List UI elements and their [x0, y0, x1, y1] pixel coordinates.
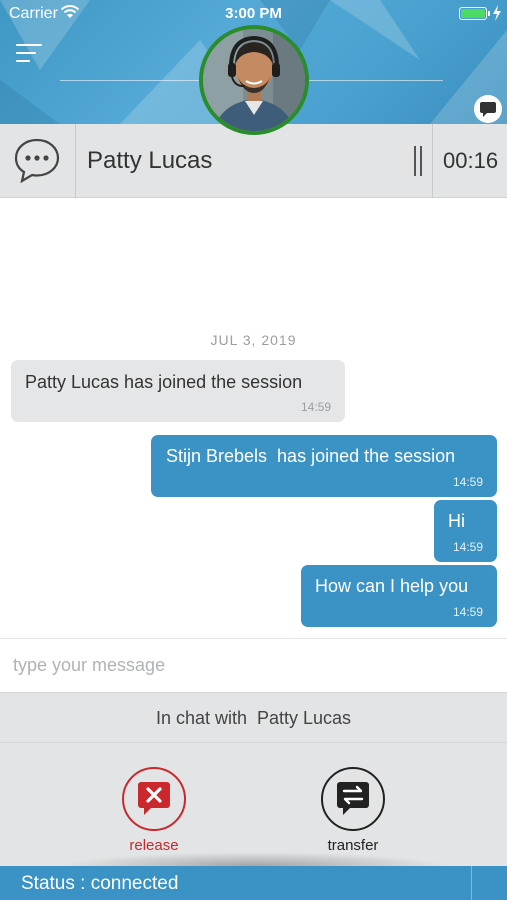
- transfer-arrows-icon: [337, 782, 369, 815]
- chat-dots-icon[interactable]: [13, 136, 61, 184]
- chat-with-label: In chat with Patty Lucas: [155, 708, 352, 728]
- message-composer: [0, 638, 507, 692]
- speech-bubble-icon[interactable]: [474, 95, 502, 123]
- message-bubble-incoming: Patty Lucas has joined the session 14:59: [11, 360, 345, 422]
- transfer-button-circle[interactable]: [321, 767, 385, 831]
- message-time: 14:59: [300, 400, 331, 414]
- message-list[interactable]: JUL 3, 2019 Patty Lucas has joined the s…: [0, 198, 507, 638]
- connection-status-text: Status : connected: [21, 873, 179, 894]
- connection-status-bar: Status : connected: [0, 866, 507, 900]
- action-panel: release transfer: [0, 743, 507, 866]
- message-bubble-outgoing: Stijn Brebels has joined the session 14:…: [151, 435, 497, 497]
- message-text: Hi: [448, 511, 465, 531]
- message-time: 14:59: [452, 475, 483, 489]
- agent-avatar[interactable]: [199, 25, 309, 135]
- date-separator: JUL 3, 2019: [210, 332, 297, 348]
- message-text: Stijn Brebels has joined the session: [166, 446, 456, 466]
- session-timer: 00:16: [443, 148, 499, 173]
- message-input[interactable]: [0, 639, 507, 692]
- battery-icon: [459, 7, 487, 20]
- agent-avatar-photo: [203, 29, 305, 131]
- release-button[interactable]: release: [109, 767, 199, 857]
- menu-icon[interactable]: [16, 42, 42, 66]
- release-button-circle[interactable]: [122, 767, 186, 831]
- transfer-button[interactable]: transfer: [308, 767, 398, 857]
- battery-tip: [488, 11, 490, 16]
- release-x-icon: [138, 782, 170, 815]
- footer-shadow: [60, 852, 447, 866]
- message-text: Patty Lucas has joined the session: [25, 372, 303, 392]
- status-time: 3:00 PM: [225, 5, 282, 22]
- ios-status-bar: Carrier 3:00 PM: [0, 0, 507, 28]
- contact-divider-right: [432, 124, 433, 198]
- contact-name: Patty Lucas: [87, 147, 213, 174]
- header-divider-right: [308, 80, 443, 81]
- contact-divider-left: [75, 124, 76, 198]
- message-bubble-outgoing: Hi 14:59: [434, 500, 497, 562]
- message-text: How can I help you: [315, 576, 469, 596]
- message-bubble-outgoing: How can I help you 14:59: [301, 565, 497, 627]
- header-divider-left: [60, 80, 200, 81]
- status-bar-divider: [471, 866, 472, 900]
- chat-with-bar: In chat with Patty Lucas: [0, 692, 507, 743]
- charging-bolt-icon: [493, 5, 501, 21]
- pause-icon[interactable]: [413, 146, 423, 176]
- contact-bar: Patty Lucas 00:16: [0, 124, 507, 198]
- message-time: 14:59: [452, 540, 483, 554]
- message-time: 14:59: [452, 605, 483, 619]
